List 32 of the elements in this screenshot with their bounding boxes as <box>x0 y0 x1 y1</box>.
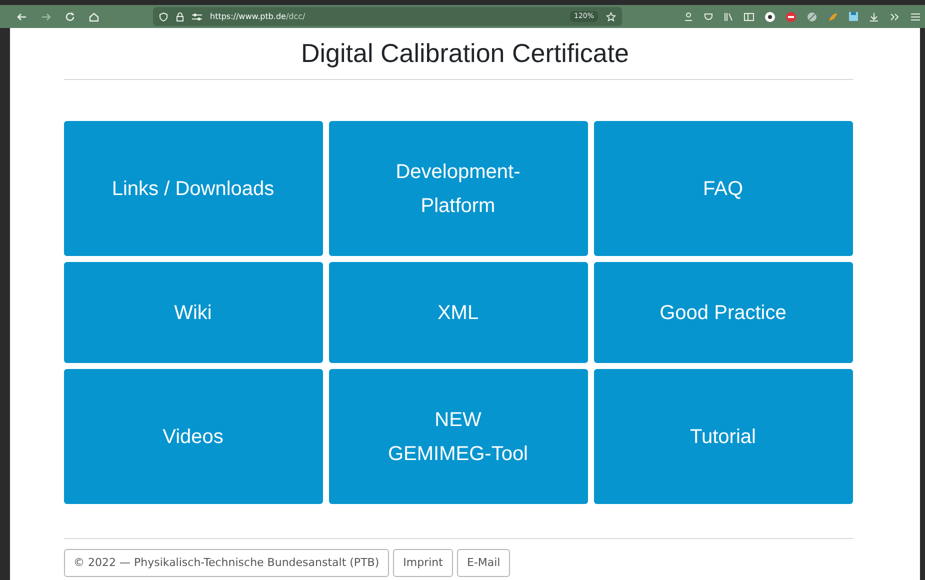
lock-icon <box>176 12 184 22</box>
footer-link[interactable]: Imprint <box>393 549 453 577</box>
star-icon[interactable] <box>606 12 616 22</box>
pocket-icon[interactable] <box>704 12 713 21</box>
library-icon[interactable] <box>724 12 733 21</box>
account-icon[interactable] <box>684 12 693 21</box>
pencil-icon[interactable] <box>828 12 838 22</box>
menu-icon[interactable] <box>911 12 920 20</box>
shield-icon <box>159 12 168 22</box>
url-text: https://www.ptb.de/dcc/ <box>210 10 306 22</box>
adblock-icon[interactable] <box>786 12 796 22</box>
save-icon[interactable] <box>849 12 858 21</box>
tile-link[interactable]: XML <box>328 262 588 363</box>
download-icon[interactable] <box>869 12 879 22</box>
tile-link[interactable]: Tutorial <box>594 369 852 504</box>
home-icon[interactable] <box>89 12 99 22</box>
tile-link[interactable]: Videos <box>64 369 322 504</box>
tile-link[interactable]: Good Practice <box>594 262 852 363</box>
footer-link[interactable]: © 2022 — Physikalisch-Technische Bundesanstalt (PTB) <box>64 549 390 577</box>
tile-link[interactable]: Wiki <box>64 262 322 363</box>
reload-icon[interactable] <box>65 12 75 22</box>
tile-link[interactable]: NEW GEMIMEG-Tool <box>328 369 588 504</box>
tile-link[interactable]: FAQ <box>594 121 852 256</box>
back-icon[interactable] <box>17 12 27 22</box>
page-title: Digital Calibration Certificate <box>300 37 630 70</box>
tile-link[interactable]: Links / Downloads <box>64 121 322 256</box>
permissions-icon <box>192 12 202 20</box>
sidebar-icon[interactable] <box>744 12 754 20</box>
tile-link[interactable]: Development- Platform <box>328 121 588 256</box>
footer-link[interactable]: E-Mail <box>456 549 510 577</box>
overflow-icon[interactable] <box>890 12 900 20</box>
forward-icon[interactable] <box>41 12 51 22</box>
